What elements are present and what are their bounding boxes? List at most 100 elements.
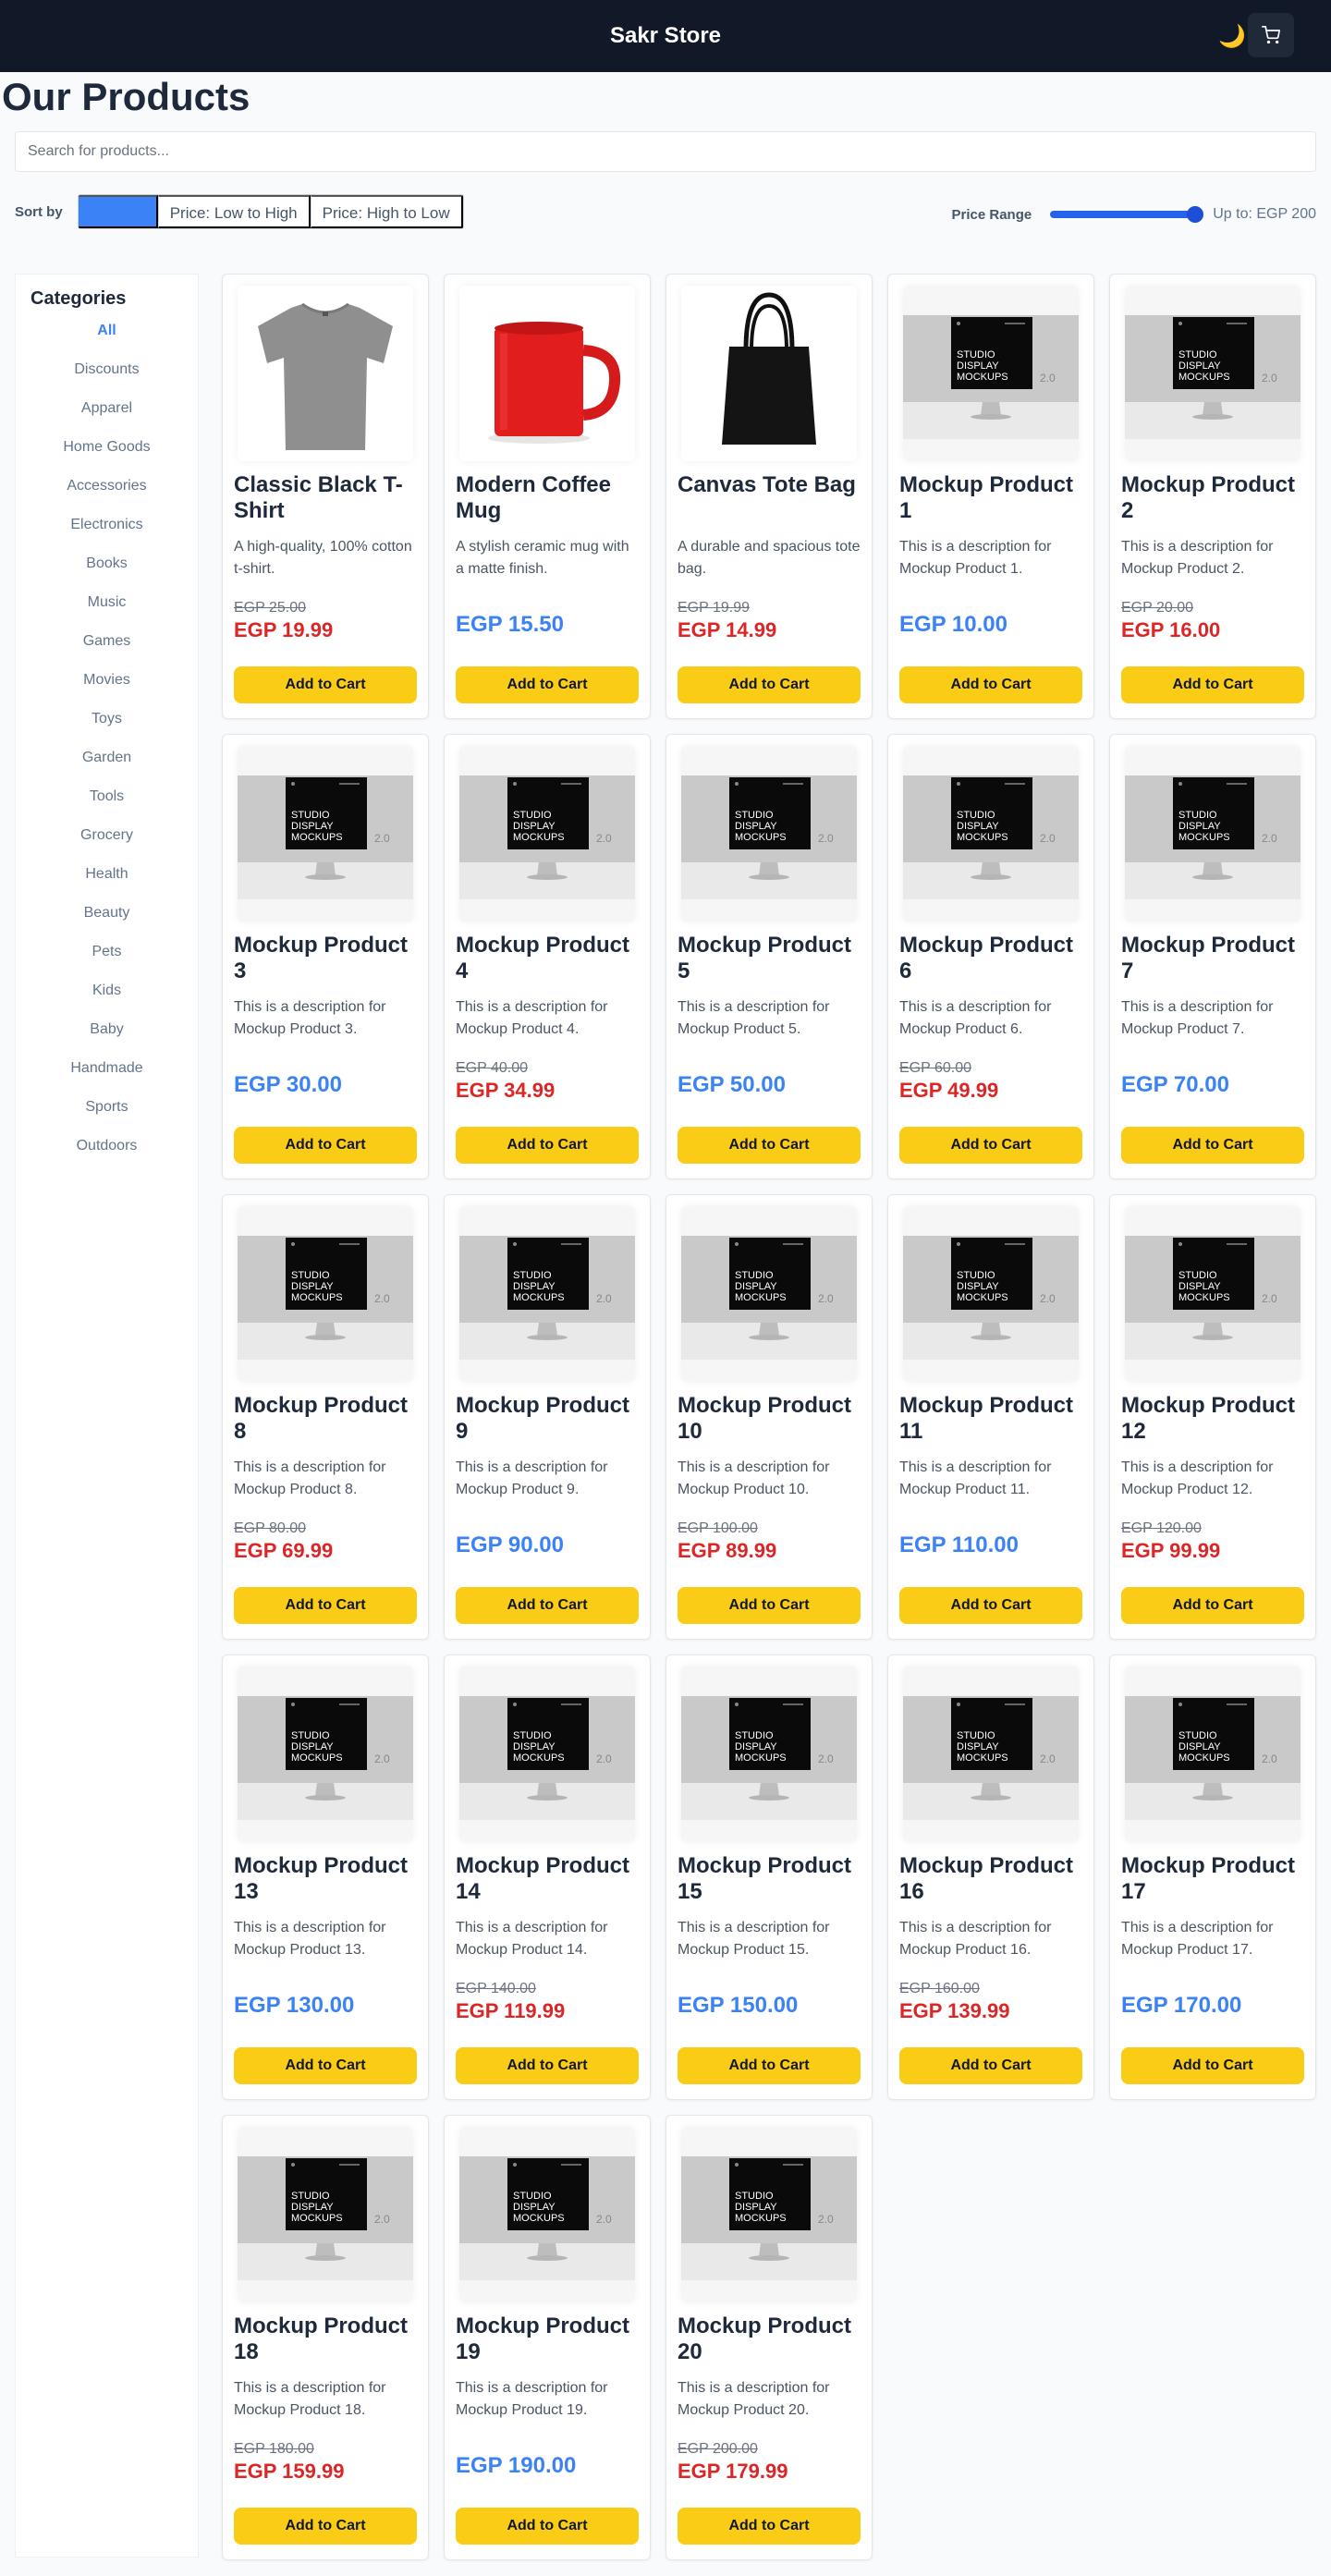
product-name[interactable]: Mockup Product 10 <box>678 1393 861 1445</box>
add-to-cart-button[interactable]: Add to Cart <box>1121 1587 1304 1624</box>
product-image[interactable]: STUDIO DISPLAY MOCKUPS 2.0 <box>459 2127 635 2302</box>
category-item[interactable]: Beauty <box>16 903 198 942</box>
category-item[interactable]: Toys <box>16 709 198 748</box>
category-item[interactable]: Games <box>16 631 198 670</box>
category-item[interactable]: Movies <box>16 670 198 709</box>
product-name[interactable]: Canvas Tote Bag <box>678 472 861 524</box>
add-to-cart-button[interactable]: Add to Cart <box>456 666 639 703</box>
sort-default-button[interactable] <box>78 195 158 228</box>
product-name[interactable]: Mockup Product 9 <box>456 1393 639 1445</box>
product-name[interactable]: Mockup Product 14 <box>456 1853 639 1905</box>
sort-low-high-button[interactable]: Price: Low to High <box>157 195 311 228</box>
add-to-cart-button[interactable]: Add to Cart <box>899 666 1082 703</box>
add-to-cart-button[interactable]: Add to Cart <box>899 1587 1082 1624</box>
add-to-cart-button[interactable]: Add to Cart <box>234 1587 417 1624</box>
category-item[interactable]: Kids <box>16 981 198 1019</box>
product-name[interactable]: Mockup Product 1 <box>899 472 1082 524</box>
category-item[interactable]: Electronics <box>16 515 198 554</box>
category-item[interactable]: Accessories <box>16 476 198 515</box>
category-item[interactable]: Books <box>16 554 198 592</box>
product-image[interactable]: STUDIO DISPLAY MOCKUPS 2.0 <box>238 746 413 922</box>
add-to-cart-button[interactable]: Add to Cart <box>456 2508 639 2545</box>
product-image[interactable]: STUDIO DISPLAY MOCKUPS 2.0 <box>1125 1206 1300 1382</box>
cart-button[interactable] <box>1248 13 1294 57</box>
add-to-cart-button[interactable]: Add to Cart <box>234 2047 417 2084</box>
product-image[interactable]: STUDIO DISPLAY MOCKUPS 2.0 <box>459 1206 635 1382</box>
add-to-cart-button[interactable]: Add to Cart <box>234 2508 417 2545</box>
product-name[interactable]: Mockup Product 8 <box>234 1393 417 1445</box>
price-range-slider[interactable] <box>1050 206 1204 223</box>
slider-thumb[interactable] <box>1187 206 1204 223</box>
category-item[interactable]: Music <box>16 592 198 631</box>
product-name[interactable]: Mockup Product 7 <box>1121 933 1304 984</box>
category-item[interactable]: All <box>16 321 198 360</box>
store-brand[interactable]: Sakr Store <box>610 23 721 49</box>
category-item[interactable]: Apparel <box>16 398 198 437</box>
category-item[interactable]: Baby <box>16 1019 198 1058</box>
product-image[interactable]: STUDIO DISPLAY MOCKUPS 2.0 <box>459 1666 635 1842</box>
category-item[interactable]: Health <box>16 864 198 903</box>
product-image[interactable]: STUDIO DISPLAY MOCKUPS 2.0 <box>1125 1666 1300 1842</box>
add-to-cart-button[interactable]: Add to Cart <box>678 2047 861 2084</box>
add-to-cart-button[interactable]: Add to Cart <box>456 2047 639 2084</box>
product-image[interactable]: STUDIO DISPLAY MOCKUPS 2.0 <box>903 1666 1079 1842</box>
product-name[interactable]: Modern Coffee Mug <box>456 472 639 524</box>
product-name[interactable]: Mockup Product 19 <box>456 2314 639 2365</box>
category-item[interactable]: Grocery <box>16 825 198 864</box>
add-to-cart-button[interactable]: Add to Cart <box>1121 666 1304 703</box>
add-to-cart-button[interactable]: Add to Cart <box>678 1127 861 1164</box>
product-image[interactable] <box>459 286 635 461</box>
add-to-cart-button[interactable]: Add to Cart <box>678 666 861 703</box>
add-to-cart-button[interactable]: Add to Cart <box>678 1587 861 1624</box>
product-name[interactable]: Mockup Product 5 <box>678 933 861 984</box>
product-name[interactable]: Mockup Product 2 <box>1121 472 1304 524</box>
add-to-cart-button[interactable]: Add to Cart <box>1121 2047 1304 2084</box>
product-image[interactable]: STUDIO DISPLAY MOCKUPS 2.0 <box>681 1206 857 1382</box>
product-image[interactable]: STUDIO DISPLAY MOCKUPS 2.0 <box>1125 286 1300 461</box>
category-item[interactable]: Garden <box>16 748 198 787</box>
product-name[interactable]: Classic Black T-Shirt <box>234 472 417 524</box>
product-name[interactable]: Mockup Product 17 <box>1121 1853 1304 1905</box>
add-to-cart-button[interactable]: Add to Cart <box>1121 1127 1304 1164</box>
add-to-cart-button[interactable]: Add to Cart <box>678 2508 861 2545</box>
product-name[interactable]: Mockup Product 18 <box>234 2314 417 2365</box>
product-image[interactable]: STUDIO DISPLAY MOCKUPS 2.0 <box>1125 746 1300 922</box>
product-image[interactable]: STUDIO DISPLAY MOCKUPS 2.0 <box>903 1206 1079 1382</box>
product-image[interactable]: STUDIO DISPLAY MOCKUPS 2.0 <box>238 1206 413 1382</box>
product-name[interactable]: Mockup Product 3 <box>234 933 417 984</box>
search-input[interactable] <box>15 131 1316 172</box>
product-name[interactable]: Mockup Product 20 <box>678 2314 861 2365</box>
category-item[interactable]: Discounts <box>16 360 198 398</box>
product-name[interactable]: Mockup Product 11 <box>899 1393 1082 1445</box>
category-item[interactable]: Home Goods <box>16 437 198 476</box>
category-item[interactable]: Outdoors <box>16 1136 198 1175</box>
product-image[interactable]: STUDIO DISPLAY MOCKUPS 2.0 <box>681 2127 857 2302</box>
add-to-cart-button[interactable]: Add to Cart <box>234 1127 417 1164</box>
product-image[interactable]: STUDIO DISPLAY MOCKUPS 2.0 <box>238 1666 413 1842</box>
product-name[interactable]: Mockup Product 12 <box>1121 1393 1304 1445</box>
category-item[interactable]: Sports <box>16 1097 198 1136</box>
add-to-cart-button[interactable]: Add to Cart <box>899 2047 1082 2084</box>
category-item[interactable]: Tools <box>16 787 198 825</box>
product-name[interactable]: Mockup Product 16 <box>899 1853 1082 1905</box>
product-image[interactable] <box>681 286 857 461</box>
add-to-cart-button[interactable]: Add to Cart <box>456 1127 639 1164</box>
category-item[interactable]: Pets <box>16 942 198 981</box>
product-image[interactable]: STUDIO DISPLAY MOCKUPS 2.0 <box>459 746 635 922</box>
product-name[interactable]: Mockup Product 6 <box>899 933 1082 984</box>
product-image[interactable]: STUDIO DISPLAY MOCKUPS 2.0 <box>238 2127 413 2302</box>
product-image[interactable]: STUDIO DISPLAY MOCKUPS 2.0 <box>903 746 1079 922</box>
add-to-cart-button[interactable]: Add to Cart <box>456 1587 639 1624</box>
product-image[interactable]: STUDIO DISPLAY MOCKUPS 2.0 <box>903 286 1079 461</box>
product-image[interactable]: STUDIO DISPLAY MOCKUPS 2.0 <box>681 746 857 922</box>
product-image[interactable] <box>238 286 413 461</box>
moon-icon[interactable]: 🌙 <box>1218 24 1246 50</box>
product-image[interactable]: STUDIO DISPLAY MOCKUPS 2.0 <box>681 1666 857 1842</box>
add-to-cart-button[interactable]: Add to Cart <box>899 1127 1082 1164</box>
product-name[interactable]: Mockup Product 4 <box>456 933 639 984</box>
product-name[interactable]: Mockup Product 13 <box>234 1853 417 1905</box>
category-item[interactable]: Handmade <box>16 1058 198 1097</box>
add-to-cart-button[interactable]: Add to Cart <box>234 666 417 703</box>
sort-high-low-button[interactable]: Price: High to Low <box>310 195 463 228</box>
product-name[interactable]: Mockup Product 15 <box>678 1853 861 1905</box>
